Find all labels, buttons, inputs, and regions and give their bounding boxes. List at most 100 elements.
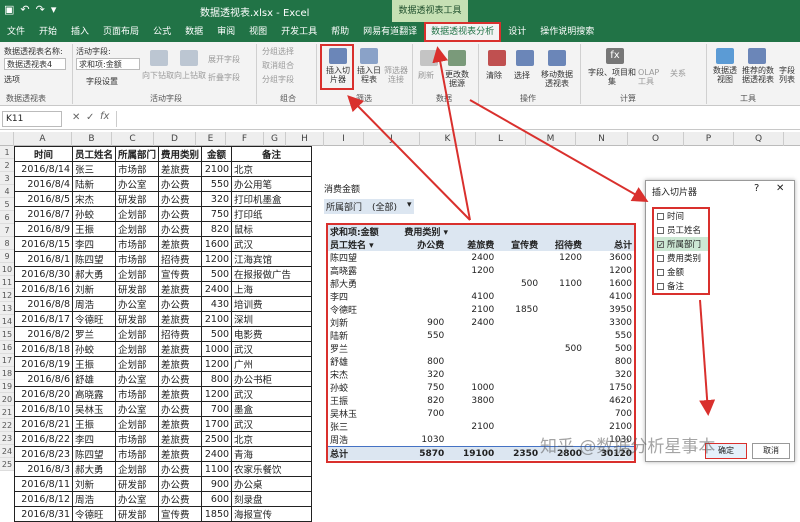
table-cell[interactable]: 办公书柜 — [231, 371, 313, 387]
table-cell[interactable]: 办公费 — [158, 476, 203, 492]
slicer-field-option[interactable]: 时间 — [654, 209, 708, 223]
slicer-field-option[interactable]: 金额 — [654, 265, 708, 279]
row-header-cell[interactable]: 13 — [0, 302, 14, 315]
pivot-cell[interactable]: 1850 — [496, 303, 540, 316]
pivot-cell[interactable]: 2100 — [446, 420, 496, 433]
table-cell[interactable]: 差旅费 — [158, 386, 203, 402]
pivot-cell[interactable] — [446, 355, 496, 368]
pivot-cell[interactable]: 舒雄 — [328, 355, 402, 368]
table-cell[interactable]: 差旅费 — [158, 341, 203, 357]
pivot-cell[interactable]: 500 — [584, 342, 634, 355]
pivot-cell[interactable]: 宋杰 — [328, 368, 402, 381]
table-cell[interactable]: 李四 — [71, 236, 117, 252]
table-cell[interactable]: 2016/8/5 — [14, 191, 73, 207]
pivot-cell[interactable] — [540, 303, 584, 316]
tab-page-layout[interactable]: 页面布局 — [96, 22, 146, 42]
table-cell[interactable]: 500 — [201, 326, 233, 342]
pivot-cell[interactable]: 900 — [402, 316, 446, 329]
table-cell[interactable]: 办公费 — [158, 461, 203, 477]
table-cell[interactable]: 陆新 — [71, 176, 117, 192]
table-cell[interactable]: 研发部 — [115, 311, 160, 327]
insert-timeline-button[interactable]: 插入日程表 — [356, 66, 382, 84]
filter-value[interactable]: (全部) — [372, 200, 397, 213]
insert-slicer-button[interactable]: 插入切片器 — [324, 66, 352, 84]
pivot-cell[interactable] — [540, 264, 584, 277]
pivot-cell[interactable] — [446, 407, 496, 420]
table-cell[interactable]: 1850 — [201, 506, 233, 522]
checkbox-icon[interactable] — [657, 254, 664, 262]
pivot-cell[interactable]: 李四 — [328, 290, 402, 303]
save-icon[interactable]: ▣ — [4, 3, 14, 16]
pivot-cell[interactable] — [540, 394, 584, 407]
table-cell[interactable]: 令德旺 — [71, 506, 117, 522]
pivot-cell[interactable]: 2400 — [446, 316, 496, 329]
row-header-cell[interactable]: 3 — [0, 172, 14, 185]
table-cell[interactable]: 广州 — [231, 356, 313, 372]
pivot-total-cell[interactable]: 总计 — [328, 446, 403, 460]
table-cell[interactable]: 2100 — [201, 311, 233, 327]
table-cell[interactable]: 武汉 — [231, 236, 313, 252]
table-cell[interactable]: 1700 — [201, 416, 233, 432]
tell-me-search[interactable]: 操作说明搜索 — [533, 22, 601, 42]
tab-developer[interactable]: 开发工具 — [274, 22, 324, 42]
pivot-cell[interactable]: 3800 — [446, 394, 496, 407]
table-cell[interactable]: 培训费 — [231, 296, 313, 312]
tab-design[interactable]: 设计 — [501, 22, 533, 42]
pivot-cell[interactable] — [446, 368, 496, 381]
column-header-C[interactable]: C — [112, 132, 154, 146]
table-cell[interactable]: 2400 — [201, 446, 233, 462]
column-header-L[interactable]: L — [476, 132, 526, 146]
relationships-button[interactable]: 关系 — [670, 68, 686, 79]
pivot-cell[interactable] — [496, 355, 540, 368]
table-cell[interactable]: 市场部 — [115, 236, 160, 252]
slicer-field-option[interactable]: 备注 — [654, 279, 708, 293]
checkbox-icon[interactable] — [657, 282, 664, 290]
pivot-cell[interactable] — [540, 368, 584, 381]
column-header-O[interactable]: O — [628, 132, 684, 146]
pivot-cell[interactable] — [402, 264, 446, 277]
table-cell[interactable]: 2016/8/23 — [14, 446, 73, 462]
table-cell[interactable]: 企划部 — [115, 206, 160, 222]
pivot-cell[interactable]: 2400 — [446, 251, 496, 264]
tab-view[interactable]: 视图 — [242, 22, 274, 42]
pivot-cell[interactable]: 500 — [496, 277, 540, 290]
pivot-value-header[interactable]: 求和项:金额 — [328, 225, 403, 238]
source-header-cell[interactable]: 时间 — [14, 146, 73, 162]
table-cell[interactable]: 2016/8/9 — [14, 221, 73, 237]
field-list-button[interactable]: 字段列表 — [776, 66, 798, 84]
table-cell[interactable]: 办公费 — [158, 206, 203, 222]
pivot-cell[interactable]: 3300 — [584, 316, 634, 329]
source-header-cell[interactable]: 费用类别 — [158, 146, 203, 162]
table-cell[interactable]: 罗兰 — [71, 326, 117, 342]
pivot-cell[interactable]: 1600 — [584, 277, 634, 290]
formula-input[interactable] — [116, 111, 796, 127]
table-cell[interactable]: 差旅费 — [158, 356, 203, 372]
table-cell[interactable]: 1600 — [201, 236, 233, 252]
cancel-icon[interactable]: ✕ — [72, 112, 80, 123]
table-cell[interactable]: 550 — [201, 176, 233, 192]
pivot-cell[interactable]: 1030 — [402, 433, 446, 447]
table-cell[interactable]: 青海 — [231, 446, 313, 462]
table-cell[interactable]: 北京 — [231, 161, 313, 177]
cancel-button[interactable]: 取消 — [752, 443, 790, 459]
pivot-cell[interactable]: 1200 — [584, 264, 634, 277]
column-header-F[interactable]: F — [226, 132, 264, 146]
source-header-cell[interactable]: 员工姓名 — [71, 146, 117, 162]
pivot-cell[interactable] — [496, 251, 540, 264]
pivot-column-label[interactable]: 总计 — [584, 238, 634, 251]
row-header-cell[interactable]: 9 — [0, 250, 14, 263]
pivot-column-label[interactable]: 招待费 — [540, 238, 584, 251]
column-header-K[interactable]: K — [420, 132, 476, 146]
table-cell[interactable]: 企划部 — [115, 221, 160, 237]
row-header-cell[interactable]: 15 — [0, 328, 14, 341]
table-cell[interactable]: 企划部 — [115, 326, 160, 342]
table-cell[interactable]: 500 — [201, 266, 233, 282]
pivotchart-button[interactable]: 数据透视图 — [710, 66, 740, 84]
table-cell[interactable]: 办公费 — [158, 176, 203, 192]
table-cell[interactable]: 2016/8/12 — [14, 491, 73, 507]
table-cell[interactable]: 2016/8/31 — [14, 506, 73, 522]
table-cell[interactable]: 刘新 — [71, 476, 117, 492]
column-header-D[interactable]: D — [154, 132, 196, 146]
table-cell[interactable]: 2016/8/8 — [14, 296, 73, 312]
table-cell[interactable]: 2016/8/3 — [14, 461, 73, 477]
